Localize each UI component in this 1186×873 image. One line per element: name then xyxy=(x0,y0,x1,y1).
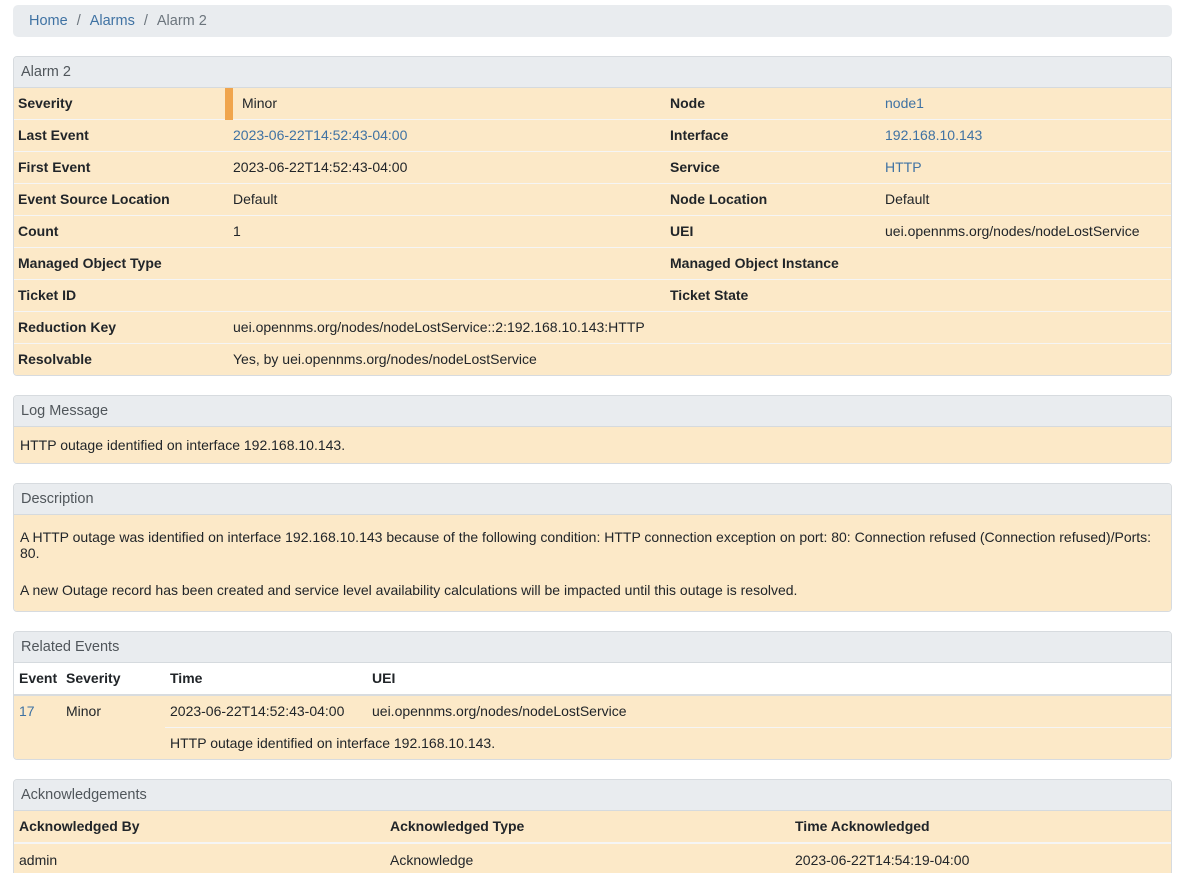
description-panel-title: Description xyxy=(14,484,1171,515)
alarm-detail-page: Home / Alarms / Alarm 2 Alarm 2 Severity… xyxy=(0,0,1186,873)
table-row: Ticket ID Ticket State xyxy=(14,280,1171,312)
table-row: Reduction Key uei.opennms.org/nodes/node… xyxy=(14,312,1171,344)
breadcrumb-separator: / xyxy=(68,13,90,29)
event-severity-cell: Minor xyxy=(61,695,165,728)
alarm-detail-table: Severity Minor Node node1 Last Event 202… xyxy=(14,88,1171,375)
node-value: node1 xyxy=(881,88,1171,120)
last-event-label: Last Event xyxy=(14,120,229,152)
acknowledgements-table: Acknowledged By Acknowledged Type Time A… xyxy=(14,811,1171,873)
node-label: Node xyxy=(666,88,881,120)
acknowledged-by-column-header: Acknowledged By xyxy=(14,811,385,843)
acknowledgements-panel-title: Acknowledgements xyxy=(14,780,1171,811)
table-header-row: Acknowledged By Acknowledged Type Time A… xyxy=(14,811,1171,843)
table-row: Severity Minor Node node1 xyxy=(14,88,1171,120)
event-id-cell: 17 xyxy=(14,695,61,728)
description-paragraph: A HTTP outage was identified on interfac… xyxy=(20,529,1165,561)
table-header-row: Event Severity Time UEI xyxy=(14,663,1171,695)
table-row: HTTP outage identified on interface 192.… xyxy=(14,728,1171,760)
interface-value: 192.168.10.143 xyxy=(881,120,1171,152)
node-link[interactable]: node1 xyxy=(885,95,924,111)
table-row: admin Acknowledge 2023-06-22T14:54:19-04… xyxy=(14,843,1171,873)
description-panel: Description A HTTP outage was identified… xyxy=(13,483,1172,612)
related-events-panel-title: Related Events xyxy=(14,632,1171,663)
managed-object-type-value xyxy=(229,248,666,280)
clipped-text-fragment xyxy=(207,0,267,3)
managed-object-instance-label: Managed Object Instance xyxy=(666,248,881,280)
alarm-panel-title: Alarm 2 xyxy=(14,57,1171,88)
alarm-detail-panel: Alarm 2 Severity Minor Node node1 Last E… xyxy=(13,56,1172,376)
breadcrumb: Home / Alarms / Alarm 2 xyxy=(13,5,1172,37)
acknowledged-by-cell: admin xyxy=(14,843,385,873)
event-source-location-label: Event Source Location xyxy=(14,184,229,216)
related-events-table: Event Severity Time UEI 17 Minor 2023-06… xyxy=(14,663,1171,759)
empty-cell xyxy=(61,728,165,760)
resolvable-value: Yes, by uei.opennms.org/nodes/nodeLostSe… xyxy=(229,344,1171,376)
interface-label: Interface xyxy=(666,120,881,152)
uei-label: UEI xyxy=(666,216,881,248)
table-row: Event Source Location Default Node Locat… xyxy=(14,184,1171,216)
severity-label: Severity xyxy=(14,88,229,120)
severity-value: Minor xyxy=(229,88,666,120)
service-link[interactable]: HTTP xyxy=(885,159,922,175)
breadcrumb-current: Alarm 2 xyxy=(157,13,207,29)
count-value: 1 xyxy=(229,216,666,248)
table-row: 17 Minor 2023-06-22T14:52:43-04:00 uei.o… xyxy=(14,695,1171,728)
time-column-header: Time xyxy=(165,663,367,695)
event-uei-cell: uei.opennms.org/nodes/nodeLostService xyxy=(367,695,1171,728)
first-event-value: 2023-06-22T14:52:43-04:00 xyxy=(229,152,666,184)
ticket-state-label: Ticket State xyxy=(666,280,881,312)
interface-link[interactable]: 192.168.10.143 xyxy=(885,127,982,143)
table-row: Resolvable Yes, by uei.opennms.org/nodes… xyxy=(14,344,1171,376)
managed-object-type-label: Managed Object Type xyxy=(14,248,229,280)
event-time-cell: 2023-06-22T14:52:43-04:00 xyxy=(165,695,367,728)
node-location-label: Node Location xyxy=(666,184,881,216)
breadcrumb-separator: / xyxy=(135,13,157,29)
table-row: First Event 2023-06-22T14:52:43-04:00 Se… xyxy=(14,152,1171,184)
node-location-value: Default xyxy=(881,184,1171,216)
related-events-panel: Related Events Event Severity Time UEI 1… xyxy=(13,631,1172,760)
reduction-key-label: Reduction Key xyxy=(14,312,229,344)
table-row: Last Event 2023-06-22T14:52:43-04:00 Int… xyxy=(14,120,1171,152)
description-body: A HTTP outage was identified on interfac… xyxy=(14,515,1171,611)
event-log-message-cell: HTTP outage identified on interface 192.… xyxy=(165,728,1171,760)
ticket-id-value xyxy=(229,280,666,312)
uei-column-header: UEI xyxy=(367,663,1171,695)
log-message-panel-title: Log Message xyxy=(14,396,1171,427)
event-id-link[interactable]: 17 xyxy=(19,703,35,719)
severity-column-header: Severity xyxy=(61,663,165,695)
acknowledged-type-cell: Acknowledge xyxy=(385,843,790,873)
first-event-label: First Event xyxy=(14,152,229,184)
time-acknowledged-column-header: Time Acknowledged xyxy=(790,811,1171,843)
event-column-header: Event xyxy=(14,663,61,695)
managed-object-instance-value xyxy=(881,248,1171,280)
uei-value: uei.opennms.org/nodes/nodeLostService xyxy=(881,216,1171,248)
log-message-panel: Log Message HTTP outage identified on in… xyxy=(13,395,1172,464)
service-label: Service xyxy=(666,152,881,184)
last-event-value: 2023-06-22T14:52:43-04:00 xyxy=(229,120,666,152)
acknowledged-type-column-header: Acknowledged Type xyxy=(385,811,790,843)
time-acknowledged-cell: 2023-06-22T14:54:19-04:00 xyxy=(790,843,1171,873)
table-row: Managed Object Type Managed Object Insta… xyxy=(14,248,1171,280)
event-source-location-value: Default xyxy=(229,184,666,216)
breadcrumb-alarms-link[interactable]: Alarms xyxy=(90,13,135,29)
reduction-key-value: uei.opennms.org/nodes/nodeLostService::2… xyxy=(229,312,1171,344)
service-value: HTTP xyxy=(881,152,1171,184)
empty-cell xyxy=(14,728,61,760)
resolvable-label: Resolvable xyxy=(14,344,229,376)
log-message-text: HTTP outage identified on interface 192.… xyxy=(14,427,1171,463)
table-row: Count 1 UEI uei.opennms.org/nodes/nodeLo… xyxy=(14,216,1171,248)
count-label: Count xyxy=(14,216,229,248)
last-event-link[interactable]: 2023-06-22T14:52:43-04:00 xyxy=(233,127,407,143)
ticket-id-label: Ticket ID xyxy=(14,280,229,312)
ticket-state-value xyxy=(881,280,1171,312)
acknowledgements-panel: Acknowledgements Acknowledged By Acknowl… xyxy=(13,779,1172,873)
description-paragraph: A new Outage record has been created and… xyxy=(20,582,1165,598)
breadcrumb-home-link[interactable]: Home xyxy=(29,13,68,29)
